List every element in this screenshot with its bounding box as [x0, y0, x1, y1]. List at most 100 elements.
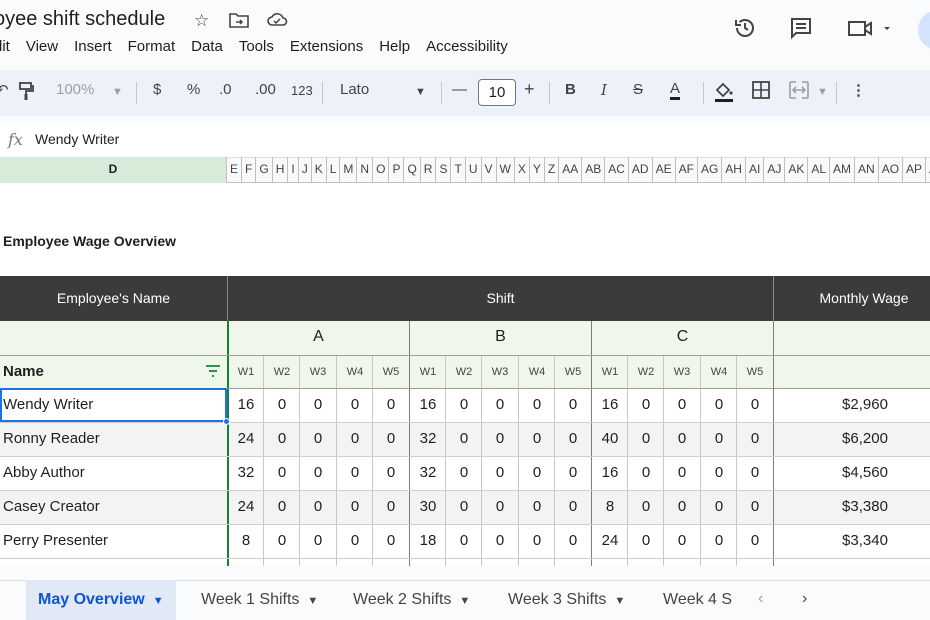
- column-header-ac[interactable]: AC: [605, 157, 629, 183]
- shift-hours-cell[interactable]: 0: [300, 430, 336, 447]
- text-color-button[interactable]: A: [670, 81, 681, 100]
- menu-extensions[interactable]: Extensions: [290, 38, 363, 55]
- shift-hours-cell[interactable]: 0: [300, 498, 336, 515]
- column-header-u[interactable]: U: [466, 157, 482, 183]
- shift-hours-cell[interactable]: 24: [228, 498, 264, 515]
- shift-hours-cell[interactable]: 40: [592, 430, 628, 447]
- shift-hours-cell[interactable]: 32: [410, 430, 446, 447]
- bold-button[interactable]: B: [565, 81, 576, 98]
- font-size-decrease-button[interactable]: —: [452, 81, 467, 98]
- shift-hours-cell[interactable]: 0: [664, 532, 700, 549]
- monthly-wage-cell[interactable]: $6,200: [775, 430, 930, 447]
- scroll-tabs-right-icon[interactable]: ›: [802, 590, 807, 608]
- column-header-ab[interactable]: AB: [582, 157, 606, 183]
- menu-format[interactable]: Format: [128, 38, 176, 55]
- shift-hours-cell[interactable]: 0: [264, 396, 300, 413]
- shift-hours-cell[interactable]: 0: [701, 498, 737, 515]
- monthly-wage-cell[interactable]: $4,560: [775, 464, 930, 481]
- column-header-y[interactable]: Y: [530, 157, 545, 183]
- menu-accessibility[interactable]: Accessibility: [426, 38, 508, 55]
- employee-name-cell[interactable]: Perry Presenter: [3, 532, 108, 549]
- shift-hours-cell[interactable]: 0: [701, 396, 737, 413]
- shift-hours-cell[interactable]: 0: [264, 532, 300, 549]
- shift-hours-cell[interactable]: 0: [300, 464, 336, 481]
- shift-hours-cell[interactable]: 0: [300, 532, 336, 549]
- shift-hours-cell[interactable]: 18: [410, 532, 446, 549]
- shift-hours-cell[interactable]: 0: [701, 464, 737, 481]
- employee-name-cell[interactable]: Ronny Reader: [3, 430, 100, 447]
- shift-hours-cell[interactable]: 0: [664, 430, 700, 447]
- font-size-input[interactable]: 10: [478, 79, 516, 106]
- shift-hours-cell[interactable]: 0: [628, 464, 664, 481]
- shift-hours-cell[interactable]: 0: [264, 430, 300, 447]
- zoom-select[interactable]: 100%: [56, 81, 94, 98]
- column-header-am[interactable]: AM: [830, 157, 856, 183]
- shift-hours-cell[interactable]: 0: [664, 464, 700, 481]
- column-header-m[interactable]: M: [340, 157, 358, 183]
- shift-hours-cell[interactable]: 0: [337, 430, 373, 447]
- shift-hours-cell[interactable]: 0: [446, 396, 482, 413]
- shift-hours-cell[interactable]: 0: [737, 396, 773, 413]
- decrease-decimal-button[interactable]: .0: [219, 81, 232, 98]
- shift-hours-cell[interactable]: 24: [592, 532, 628, 549]
- column-header-j[interactable]: J: [299, 157, 312, 183]
- column-header-h[interactable]: H: [273, 157, 289, 183]
- employee-name-cell[interactable]: Abby Author: [3, 464, 85, 481]
- column-header-o[interactable]: O: [373, 157, 390, 183]
- comments-icon[interactable]: [789, 16, 813, 46]
- tab-week-2-shifts[interactable]: Week 2 Shifts ▼: [341, 580, 482, 620]
- borders-icon[interactable]: [752, 81, 770, 103]
- shift-hours-cell[interactable]: 8: [228, 532, 264, 549]
- shift-hours-cell[interactable]: 0: [373, 498, 409, 515]
- column-header-r[interactable]: R: [421, 157, 437, 183]
- shift-hours-cell[interactable]: 0: [737, 532, 773, 549]
- shift-hours-cell[interactable]: 16: [410, 396, 446, 413]
- column-header-f[interactable]: F: [242, 157, 257, 183]
- monthly-wage-cell[interactable]: $3,340: [775, 532, 930, 549]
- column-header-e[interactable]: E: [227, 157, 243, 183]
- column-header-ak[interactable]: AK: [785, 157, 809, 183]
- fill-handle[interactable]: [223, 418, 230, 425]
- menu-edit[interactable]: dit: [0, 38, 10, 55]
- shift-hours-cell[interactable]: 0: [446, 430, 482, 447]
- shift-hours-cell[interactable]: 0: [373, 532, 409, 549]
- shift-hours-cell[interactable]: 0: [519, 532, 555, 549]
- shift-hours-cell[interactable]: 16: [228, 396, 264, 413]
- percent-format-button[interactable]: %: [187, 81, 200, 98]
- tab-menu-icon[interactable]: ▼: [153, 595, 164, 607]
- shift-hours-cell[interactable]: 0: [373, 396, 409, 413]
- tab-menu-icon[interactable]: ▼: [307, 595, 318, 607]
- meet-icon[interactable]: [848, 16, 892, 46]
- column-header-i[interactable]: I: [288, 157, 299, 183]
- shift-hours-cell[interactable]: 0: [482, 396, 518, 413]
- tab-week-3-shifts[interactable]: Week 3 Shifts ▼: [496, 580, 637, 620]
- column-header-an[interactable]: AN: [855, 157, 879, 183]
- shift-hours-cell[interactable]: 0: [628, 430, 664, 447]
- shift-hours-cell[interactable]: 0: [337, 464, 373, 481]
- shift-hours-cell[interactable]: 30: [410, 498, 446, 515]
- column-header-ah[interactable]: AH: [722, 157, 746, 183]
- strikethrough-button[interactable]: S: [633, 81, 643, 98]
- shift-hours-cell[interactable]: 0: [446, 498, 482, 515]
- column-header-n[interactable]: N: [357, 157, 374, 183]
- column-header-af[interactable]: AF: [676, 157, 698, 183]
- shift-hours-cell[interactable]: 0: [737, 430, 773, 447]
- column-header-ag[interactable]: AG: [698, 157, 723, 183]
- tab-week-1-shifts[interactable]: Week 1 Shifts ▼: [189, 580, 330, 620]
- formula-input[interactable]: Wendy Writer: [35, 131, 119, 147]
- column-header-w[interactable]: W: [497, 157, 515, 183]
- font-dropdown-icon[interactable]: ▼: [415, 86, 426, 98]
- shift-hours-cell[interactable]: 0: [519, 396, 555, 413]
- italic-button[interactable]: I: [601, 81, 607, 99]
- font-select[interactable]: Lato: [340, 81, 369, 98]
- paint-format-icon[interactable]: [18, 81, 34, 105]
- column-header-ae[interactable]: AE: [653, 157, 676, 183]
- more-formats-button[interactable]: 123: [291, 83, 313, 98]
- shift-hours-cell[interactable]: 0: [628, 396, 664, 413]
- shift-hours-cell[interactable]: 0: [519, 498, 555, 515]
- fill-color-icon[interactable]: [714, 81, 734, 107]
- shift-hours-cell[interactable]: 0: [337, 532, 373, 549]
- shift-hours-cell[interactable]: 0: [555, 532, 591, 549]
- column-header-aj[interactable]: AJ: [764, 157, 786, 183]
- shift-hours-cell[interactable]: 0: [628, 498, 664, 515]
